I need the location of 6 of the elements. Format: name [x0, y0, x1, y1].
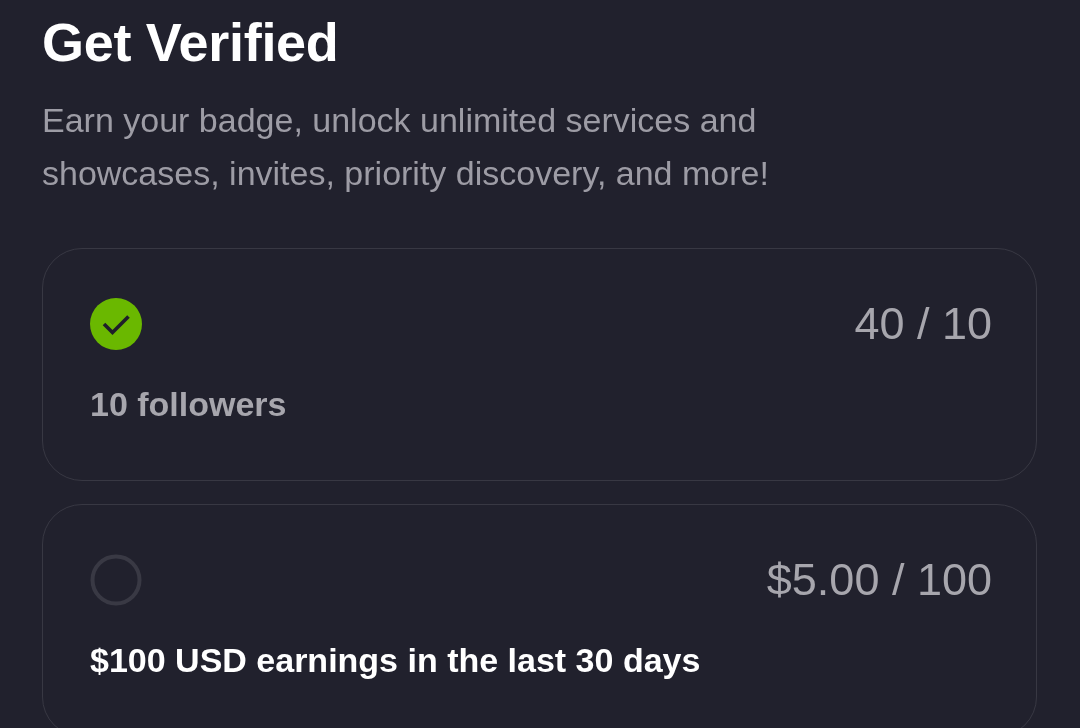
page-title: Get Verified	[42, 11, 340, 74]
progress-text: $5.00 / 100	[766, 553, 992, 607]
requirement-label: $100 USD earnings in the last 30 days	[90, 640, 701, 681]
progress-text: 40 / 10	[854, 297, 992, 351]
page-description: Earn your badge, unlock unlimited services and showcases, invites, priority discovery, and more!	[42, 100, 770, 194]
requirement-label: 10 followers	[90, 384, 287, 425]
